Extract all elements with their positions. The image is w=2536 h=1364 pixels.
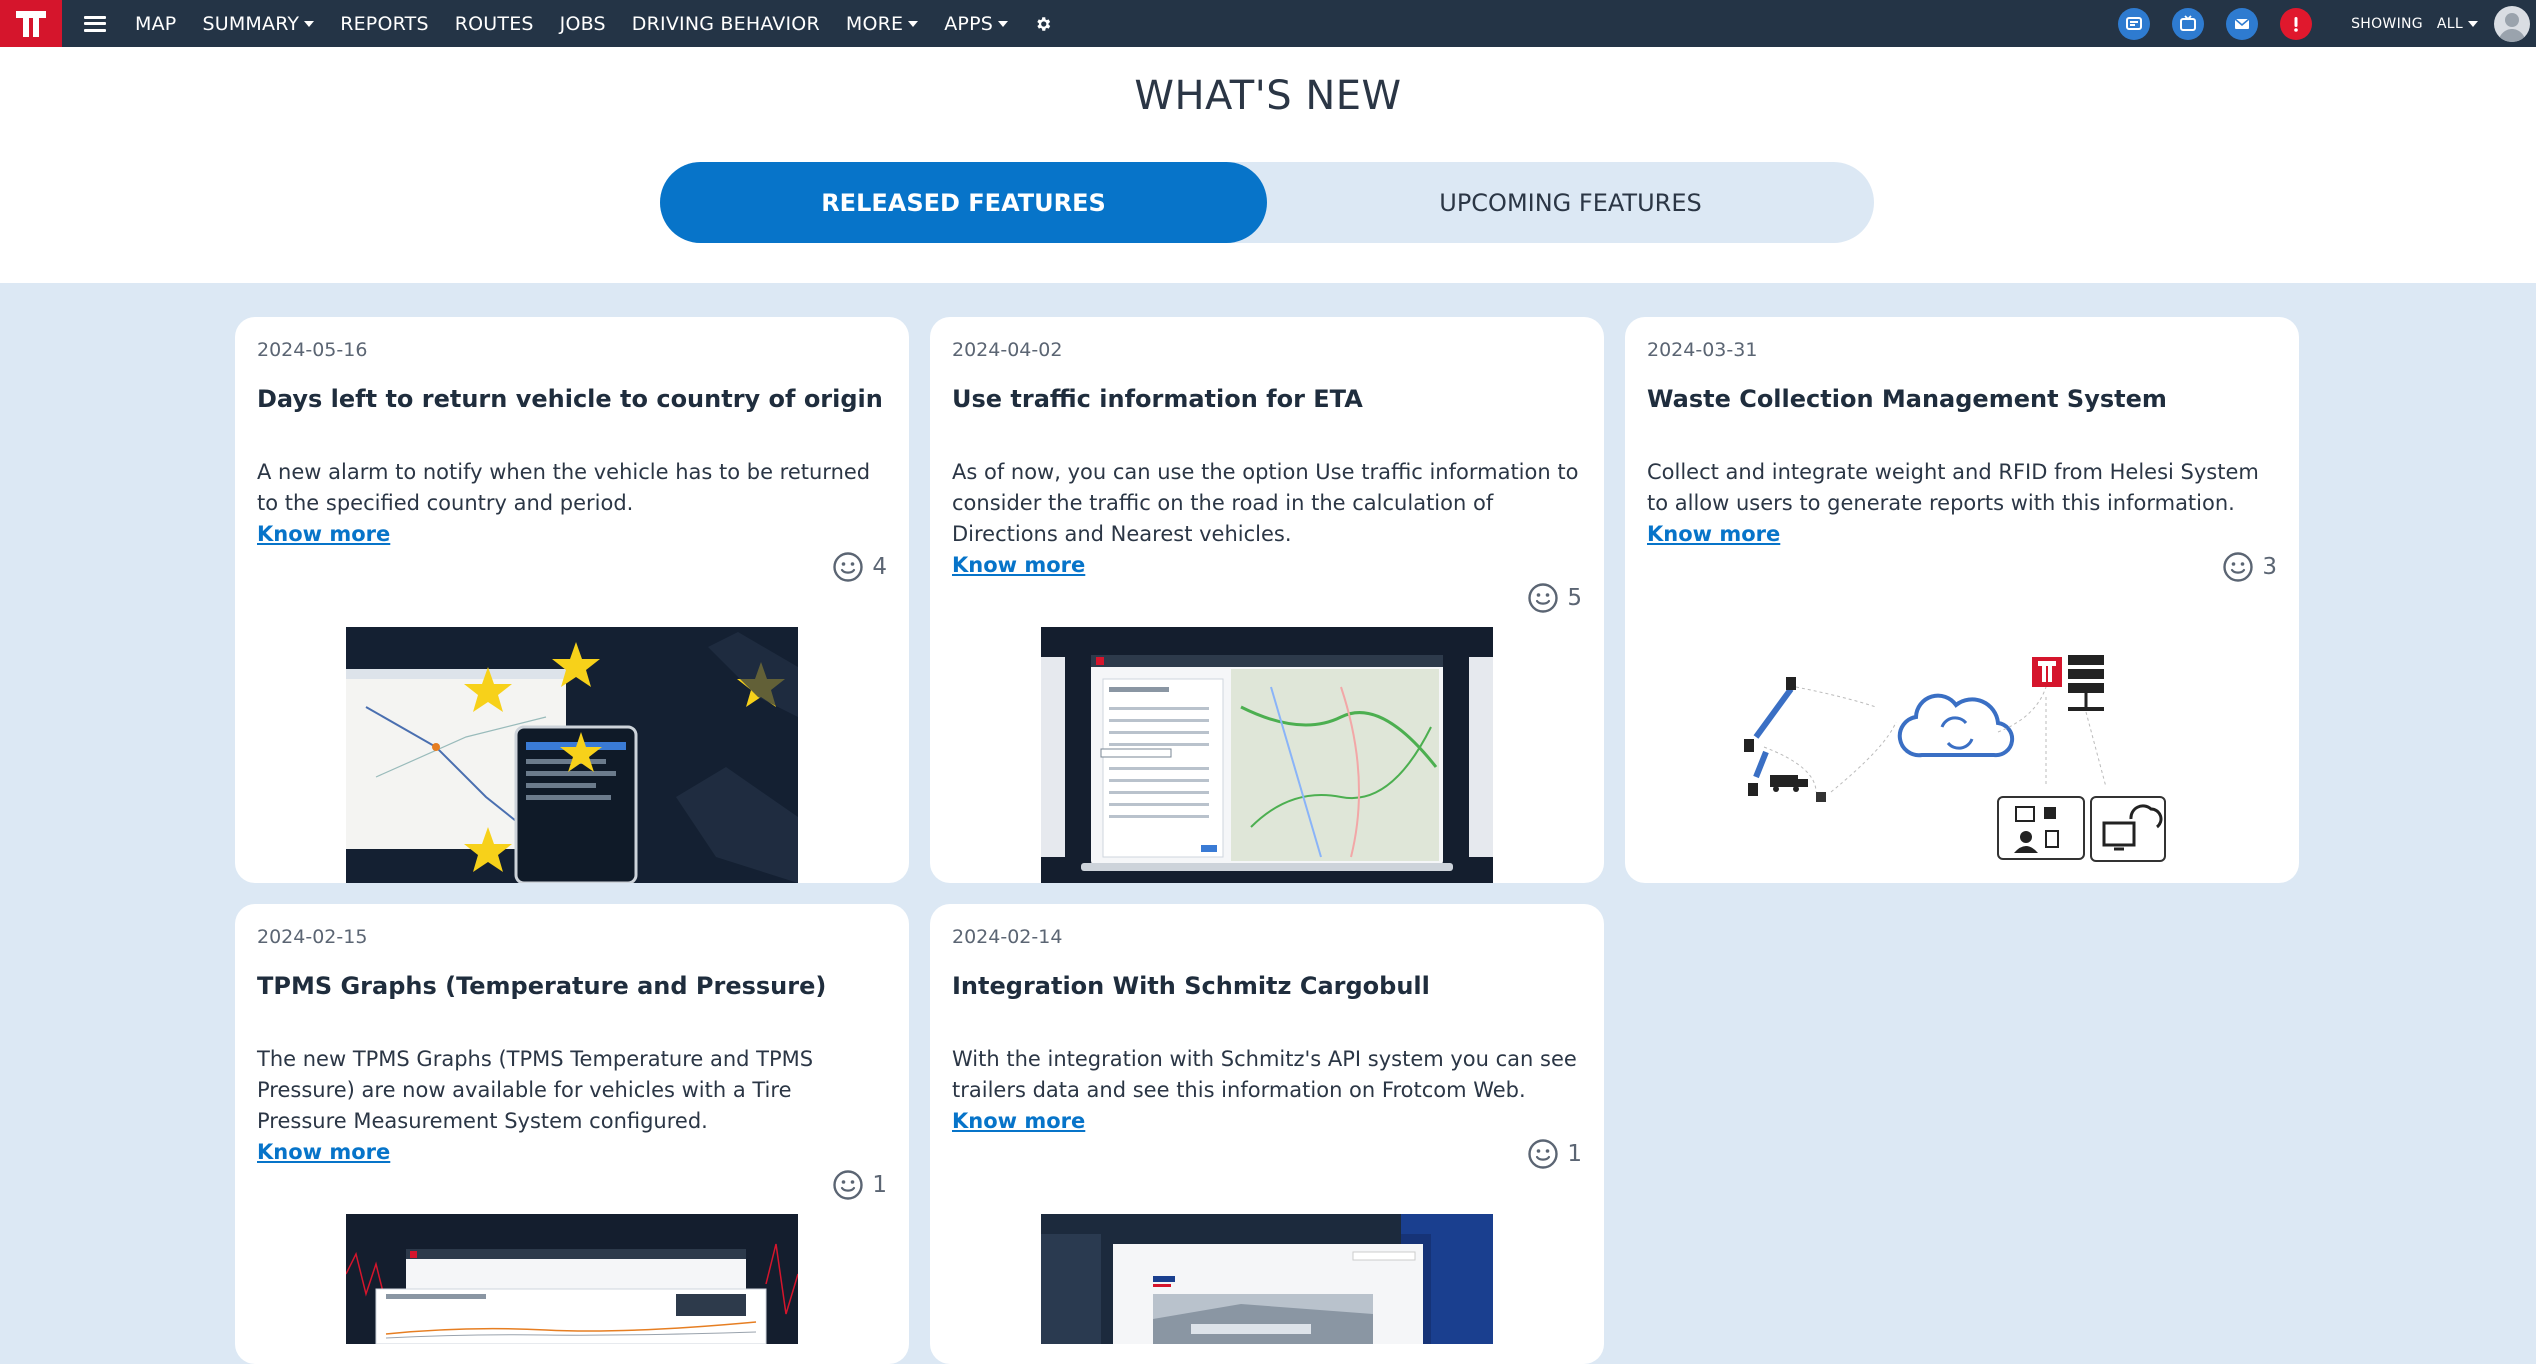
nav-item-driving-behavior[interactable]: DRIVING BEHAVIOR: [632, 13, 820, 35]
card-date: 2024-02-15: [257, 926, 368, 948]
avatar[interactable]: [2494, 5, 2530, 42]
mail-icon[interactable]: [2226, 7, 2259, 40]
caret-down-icon: [998, 20, 1009, 27]
card-title: TPMS Graphs (Temperature and Pressure): [257, 972, 827, 1000]
know-more-link[interactable]: Know more: [257, 519, 887, 550]
nav-item-apps[interactable]: APPS: [944, 12, 1009, 35]
feature-image: [346, 1214, 798, 1344]
card-description: The new TPMS Graphs (TPMS Temperature an…: [257, 1044, 887, 1168]
nav-item-more[interactable]: MORE: [845, 12, 919, 35]
know-more-link[interactable]: Know more: [952, 1106, 1582, 1137]
nav-label: ROUTES: [454, 12, 534, 35]
know-more-link[interactable]: Know more: [257, 1137, 887, 1168]
gear-icon[interactable]: [1034, 15, 1052, 33]
feature-image: [1041, 1214, 1493, 1344]
smiley-icon: [1528, 583, 1559, 613]
showing-value: ALL: [2436, 15, 2463, 32]
smiley-icon: [1528, 1139, 1559, 1169]
card-description: As of now, you can use the option Use tr…: [952, 457, 1582, 581]
tab-released-features[interactable]: RELEASED FEATURES: [660, 162, 1267, 243]
card-description-text: Collect and integrate weight and RFID fr…: [1647, 460, 2259, 515]
know-more-link[interactable]: Know more: [1647, 519, 2277, 550]
feature-card: 2024-05-16 Days left to return vehicle t…: [235, 317, 909, 883]
frotcom-logo-icon[interactable]: [0, 0, 62, 47]
caret-down-icon: [2468, 20, 2478, 27]
feature-image: [346, 627, 798, 883]
feature-card: 2024-03-31 Waste Collection Management S…: [1625, 317, 2299, 883]
translate-icon[interactable]: [2118, 7, 2151, 40]
tv-icon[interactable]: [2172, 7, 2205, 40]
know-more-link[interactable]: Know more: [952, 550, 1582, 581]
like-counter[interactable]: 5: [1527, 582, 1582, 614]
like-count: 4: [872, 554, 887, 580]
nav-label: JOBS: [559, 12, 606, 35]
feature-card: 2024-02-14 Integration With Schmitz Carg…: [930, 904, 1604, 1364]
nav-label: MAP: [135, 12, 177, 35]
showing-label: SHOWING: [2351, 15, 2423, 32]
feature-card: 2024-02-15 TPMS Graphs (Temperature and …: [235, 904, 909, 1364]
card-description: A new alarm to notify when the vehicle h…: [257, 457, 887, 550]
like-counter[interactable]: 1: [1527, 1138, 1582, 1170]
nav-label: DRIVING BEHAVIOR: [631, 12, 820, 35]
top-navigation-bar: MAP SUMMARY REPORTS ROUTES JOBS DRIVING …: [0, 0, 2536, 47]
page-header: WHAT'S NEW RELEASED FEATURES UPCOMING FE…: [0, 47, 2536, 283]
card-title: Days left to return vehicle to country o…: [257, 385, 883, 413]
nav-item-routes[interactable]: ROUTES: [455, 13, 534, 35]
feature-image: [1041, 627, 1493, 883]
like-counter[interactable]: 4: [832, 551, 887, 583]
card-title: Use traffic information for ETA: [952, 385, 1363, 413]
nav-label: MORE: [845, 12, 904, 35]
card-title: Integration With Schmitz Cargobull: [952, 972, 1430, 1000]
card-date: 2024-05-16: [257, 339, 368, 361]
card-description-text: The new TPMS Graphs (TPMS Temperature an…: [257, 1047, 814, 1133]
card-date: 2024-04-02: [952, 339, 1063, 361]
caret-down-icon: [304, 20, 315, 27]
nav-label: APPS: [944, 12, 994, 35]
like-count: 1: [872, 1172, 887, 1198]
nav-item-jobs[interactable]: JOBS: [560, 13, 606, 35]
nav-label: REPORTS: [340, 12, 429, 35]
page-title: WHAT'S NEW: [1134, 73, 1402, 119]
like-count: 1: [1567, 1141, 1582, 1167]
nav-item-map[interactable]: MAP: [135, 13, 176, 35]
card-date: 2024-02-14: [952, 926, 1063, 948]
feature-tabs: RELEASED FEATURES UPCOMING FEATURES: [660, 162, 1874, 243]
alert-icon[interactable]: [2280, 7, 2313, 40]
top-right-tools: SHOWING ALL: [2107, 0, 2536, 47]
feature-card: 2024-04-02 Use traffic information for E…: [930, 317, 1604, 883]
smiley-icon: [2223, 552, 2254, 582]
like-counter[interactable]: 1: [832, 1169, 887, 1201]
smiley-icon: [833, 552, 864, 582]
like-count: 3: [2262, 554, 2277, 580]
card-description: Collect and integrate weight and RFID fr…: [1647, 457, 2277, 550]
card-date: 2024-03-31: [1647, 339, 1758, 361]
like-counter[interactable]: 3: [2222, 551, 2277, 583]
smiley-icon: [833, 1170, 864, 1200]
card-description-text: With the integration with Schmitz's API …: [952, 1047, 1577, 1102]
nav-item-summary[interactable]: SUMMARY: [202, 12, 315, 35]
caret-down-icon: [908, 20, 919, 27]
card-description-text: A new alarm to notify when the vehicle h…: [257, 460, 871, 515]
card-description-text: As of now, you can use the option Use tr…: [952, 460, 1579, 546]
card-title: Waste Collection Management System: [1647, 385, 2167, 413]
like-count: 5: [1567, 585, 1582, 611]
main-nav: MAP SUMMARY REPORTS ROUTES JOBS DRIVING …: [122, 0, 1065, 47]
hamburger-menu-icon[interactable]: [84, 15, 106, 32]
card-description: With the integration with Schmitz's API …: [952, 1044, 1582, 1137]
nav-item-reports[interactable]: REPORTS: [340, 13, 429, 35]
feature-image: [1736, 627, 2188, 883]
tab-upcoming-features[interactable]: UPCOMING FEATURES: [1267, 162, 1874, 243]
showing-filter[interactable]: SHOWING ALL: [2351, 16, 2478, 32]
nav-label: SUMMARY: [202, 12, 300, 35]
